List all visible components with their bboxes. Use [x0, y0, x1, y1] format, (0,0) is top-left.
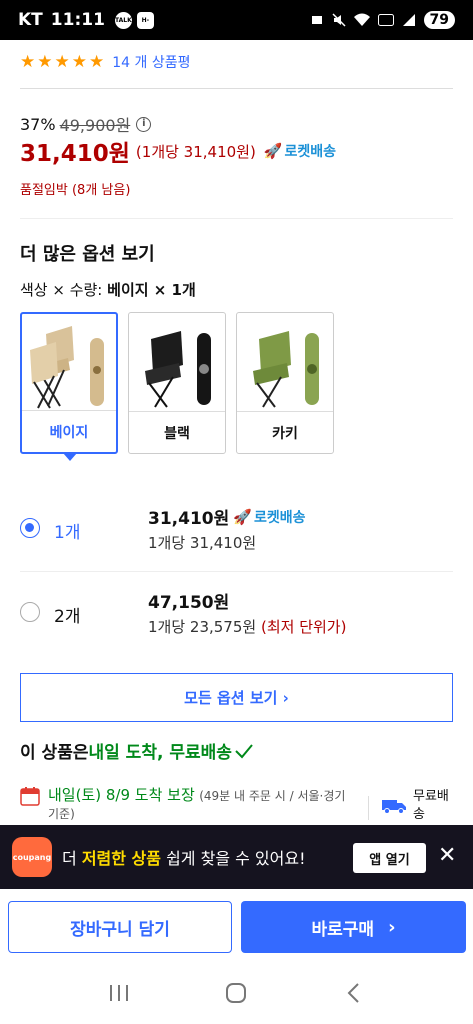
delivery-text: 내일(토) 8/9 도착 보장 (49분 내 주문 시 / 서울·경기 기준) [48, 786, 360, 822]
radio-unselected[interactable] [20, 602, 40, 622]
star-icon: ★ [37, 52, 53, 72]
coupang-logo: coupang [12, 837, 52, 877]
black-chair-image [145, 331, 211, 408]
rating[interactable]: ★ ★ ★ ★ ★ 14 개 상품평 [20, 52, 191, 72]
banner-text-after: 쉽게 찾을 수 있어요! [160, 849, 306, 868]
price-row: 31,410원 (1개당 31,410원) 🚀 로켓배송 [20, 134, 336, 168]
option-summary-value: 베이지 × 1개 [107, 281, 196, 299]
rocket-label: 로켓배송 [253, 509, 306, 526]
info-icon[interactable]: i [136, 116, 152, 132]
battery-level: 79 [423, 11, 455, 29]
add-to-cart-button[interactable]: 장바구니 담기 [8, 901, 232, 953]
back-icon[interactable] [334, 981, 374, 1005]
color-options: 베이지 블랙 카키 [20, 312, 334, 461]
delivery-highlight: 내일 도착, 무료배송 [88, 743, 232, 763]
discount-row: 37% 49,900원 i [20, 112, 152, 136]
buy-now-button[interactable]: 바로구매 › [241, 901, 466, 953]
free-shipping-label: 무료배송 [413, 789, 449, 822]
color-option-beige[interactable]: 베이지 [20, 312, 118, 461]
star-icon: ★ [71, 52, 87, 72]
alarm-icon [311, 16, 322, 24]
rocket-icon: 🚀 [233, 507, 252, 526]
more-options-title: 더 많은 옵션 보기 [20, 244, 155, 265]
review-count-link[interactable]: 14 개 상품평 [112, 52, 190, 72]
signal-icon [402, 14, 415, 26]
chevron-right-icon: › [388, 916, 396, 938]
unit-price: (1개당 31,410원) [135, 142, 256, 161]
recent-apps-icon[interactable] [99, 981, 139, 1005]
arrival-guarantee: 내일(토) 8/9 도착 보장 [48, 786, 195, 804]
check-icon [235, 743, 253, 758]
delivery-summary: 이 상품은 내일 도착, 무료배송 [20, 738, 254, 763]
view-all-options-button[interactable]: 모든 옵션 보기 › [20, 673, 453, 722]
selected-indicator [63, 453, 77, 461]
color-option-label: 베이지 [22, 410, 116, 452]
banner-highlight: 저렴한 상품 [81, 849, 161, 868]
quantity-unit-price: 1개당 31,410원 [148, 534, 257, 552]
carrier: KT [18, 10, 43, 30]
wifi-icon [353, 13, 370, 26]
lowest-unit-price-note: (최저 단위가) [260, 618, 347, 636]
option-summary-prefix: 색상 × 수량: [20, 281, 108, 299]
quantity-option-1[interactable]: 1개 31,410원 🚀 로켓배송 1개당 31,410원 [20, 486, 453, 572]
home-icon[interactable] [216, 981, 256, 1005]
kakaotalk-notification-icon: TALK [114, 11, 132, 29]
quantity-option-2[interactable]: 2개 47,150원 1개당 23,575원 (최저 단위가) [20, 572, 453, 658]
quantity-price: 31,410원 [148, 509, 230, 529]
star-icon: ★ [20, 52, 36, 72]
radio-selected[interactable] [20, 518, 40, 538]
mute-icon [331, 13, 346, 27]
clock: 11:11 [50, 10, 105, 30]
quantity-price: 47,150원 [148, 593, 230, 613]
delivery-title-prefix: 이 상품은 [20, 743, 89, 763]
app-install-banner[interactable]: coupang 더 저렴한 상품 쉽게 찾을 수 있어요! 앱 열기 ✕ [0, 825, 473, 889]
status-bar: KT 11:11 TALK H-Point 79 [0, 0, 473, 41]
quantity-label: 1개 [54, 523, 81, 543]
buy-now-label: 바로구매 [311, 919, 375, 940]
hd-voice-icon [377, 14, 394, 26]
color-option-label: 블랙 [129, 411, 225, 453]
quantity-price-row: 47,150원 [148, 588, 229, 613]
star-icon: ★ [54, 52, 70, 72]
khaki-chair-image [253, 331, 319, 408]
delivery-detail: 내일(토) 8/9 도착 보장 (49분 내 주문 시 / 서울·경기 기준) [20, 786, 360, 822]
rocket-delivery-badge: 🚀 로켓배송 [233, 507, 305, 527]
rocket-icon: 🚀 [263, 142, 283, 160]
quantity-unit-price: 1개당 23,575원 [148, 618, 257, 636]
system-nav-bar [0, 962, 473, 1024]
rocket-label: 로켓배송 [284, 144, 337, 160]
banner-text: 더 저렴한 상품 쉽게 찾을 수 있어요! [62, 845, 306, 869]
calendar-icon [20, 787, 40, 806]
beige-chair-image [30, 326, 104, 409]
discount-rate: 37% [20, 114, 56, 134]
quantity-price-row: 31,410원 🚀 로켓배송 [148, 504, 305, 530]
truck-icon [382, 800, 406, 814]
option-summary: 색상 × 수량: 베이지 × 1개 [20, 279, 196, 300]
banner-text-before: 더 [62, 849, 82, 868]
open-app-button[interactable]: 앱 열기 [353, 843, 426, 873]
hpoint-notification-icon: H-Point [136, 11, 155, 41]
divider [20, 88, 453, 89]
sale-price: 31,410원 [20, 141, 130, 167]
rocket-delivery-badge: 🚀 로켓배송 [264, 141, 336, 161]
color-option-black[interactable]: 블랙 [128, 312, 226, 454]
color-option-khaki[interactable]: 카키 [236, 312, 334, 454]
quantity-label: 2개 [54, 607, 81, 627]
quantity-unit-price-row: 1개당 23,575원 (최저 단위가) [148, 616, 346, 637]
color-option-label: 카키 [237, 411, 333, 453]
original-price: 49,900원 [59, 116, 131, 135]
divider [20, 218, 453, 219]
close-icon[interactable]: ✕ [438, 845, 456, 867]
divider [368, 796, 369, 820]
stock-status: 품절임박 (8개 남음) [20, 183, 131, 198]
star-icon: ★ [89, 52, 105, 72]
